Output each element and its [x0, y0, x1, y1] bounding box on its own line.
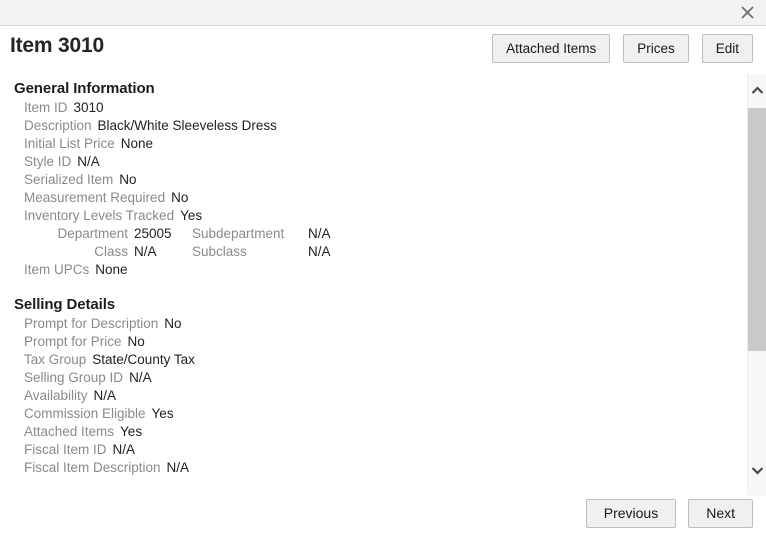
field-label: Item ID	[24, 100, 68, 115]
field-row: Item ID 3010	[10, 100, 747, 118]
field-row: Fiscal Item Description N/A	[10, 460, 747, 478]
item-detail-dialog: Item 3010 Attached Items Prices Edit Gen…	[0, 0, 766, 538]
field-label: Commission Eligible	[24, 406, 146, 421]
scrollbar-thumb[interactable]	[748, 108, 766, 351]
field-label: Class	[94, 244, 128, 259]
field-value: N/A	[93, 388, 117, 403]
field-row: Item UPCs None	[10, 262, 747, 280]
field-label: Inventory Levels Tracked	[24, 208, 175, 223]
field-label: Prompt for Price	[24, 334, 122, 349]
field-label: Initial List Price	[24, 136, 115, 151]
field-value: State/County Tax	[92, 352, 195, 367]
dialog-header: Item 3010 Attached Items Prices Edit	[0, 26, 766, 74]
field-value: N/A	[308, 244, 331, 259]
field-label: Style ID	[24, 154, 72, 169]
footer-action-group: Previous Next	[585, 499, 753, 528]
field-value: Yes	[151, 406, 174, 421]
field-label: Prompt for Description	[24, 316, 159, 331]
close-button[interactable]	[730, 0, 764, 25]
chevron-up-icon	[751, 85, 764, 95]
field-value: No	[119, 172, 137, 187]
field-label: Item UPCs	[24, 262, 90, 277]
scrollbar-track[interactable]	[748, 102, 766, 458]
field-value: None	[95, 262, 128, 277]
edit-button[interactable]: Edit	[701, 34, 753, 63]
field-label: Fiscal Item ID	[24, 442, 107, 457]
field-value: N/A	[112, 442, 136, 457]
field-label: Department	[57, 226, 128, 241]
field-row: Tax Group State/County Tax	[10, 352, 747, 370]
field-label: Fiscal Item Description	[24, 460, 161, 475]
field-row: Initial List Price None	[10, 136, 747, 154]
previous-button[interactable]: Previous	[585, 499, 677, 528]
field-row: Commission Eligible Yes	[10, 406, 747, 424]
item-details-content: General Information Item ID 3010 Descriptio…	[0, 74, 747, 486]
field-value: Yes	[180, 208, 203, 223]
field-value: N/A	[129, 370, 152, 385]
field-row: Style ID N/A	[10, 154, 747, 172]
scroll-down-button[interactable]	[748, 458, 766, 482]
section-title: General Information	[14, 80, 155, 97]
field-value: N/A	[77, 154, 100, 169]
field-label: Availability	[24, 388, 88, 403]
field-row: Selling Group ID N/A	[10, 370, 747, 388]
field-row: Availability N/A	[10, 388, 747, 406]
field-value: No	[127, 334, 145, 349]
field-label: Description	[24, 118, 92, 133]
content-scrollbar[interactable]	[747, 74, 766, 486]
prices-button[interactable]: Prices	[623, 34, 689, 63]
field-label: Selling Group ID	[24, 370, 124, 385]
field-row: Prompt for Price No	[10, 334, 747, 352]
field-value: No	[164, 316, 182, 331]
field-value: N/A	[308, 226, 331, 241]
field-label: Subclass	[192, 244, 247, 259]
section-title: Selling Details	[14, 296, 116, 313]
field-value: No	[171, 190, 189, 205]
next-button[interactable]: Next	[688, 499, 753, 528]
field-value: 3010	[73, 100, 104, 115]
field-row: Description Black/White Sleeveless Dress	[10, 118, 747, 136]
field-pair-row: Department 25005 Subdepartment N/A	[10, 226, 747, 244]
window-title-bar	[0, 0, 766, 26]
field-row: Fiscal Item ID N/A	[10, 442, 747, 460]
field-row: Measurement Required No	[10, 190, 747, 208]
field-label: Subdepartment	[192, 226, 285, 241]
scrollbar-corner	[747, 486, 766, 496]
field-row: Attached Items Yes	[10, 424, 747, 442]
field-label: Tax Group	[24, 352, 87, 367]
field-value: Black/White Sleeveless Dress	[97, 118, 277, 133]
close-icon	[740, 5, 755, 20]
field-row: Inventory Levels Tracked Yes	[10, 208, 747, 226]
header-action-group: Attached Items Prices Edit	[492, 34, 753, 63]
scroll-up-button[interactable]	[748, 78, 766, 102]
field-value: N/A	[166, 460, 190, 475]
field-row: Prompt for Description No	[10, 316, 747, 334]
field-value: 25005	[134, 226, 172, 241]
field-label: Measurement Required	[24, 190, 166, 205]
field-label: Attached Items	[24, 424, 115, 439]
dialog-footer: Previous Next	[0, 486, 766, 538]
field-pair-row: Class N/A Subclass N/A	[10, 244, 747, 262]
attached-items-button[interactable]: Attached Items	[492, 34, 611, 63]
field-value: Yes	[120, 424, 143, 439]
field-value: N/A	[134, 244, 157, 259]
page-title: Item 3010	[10, 34, 104, 57]
field-value: None	[120, 136, 154, 151]
chevron-down-icon	[751, 466, 764, 475]
field-row: Serialized Item No	[10, 172, 747, 190]
field-label: Serialized Item	[24, 172, 114, 187]
